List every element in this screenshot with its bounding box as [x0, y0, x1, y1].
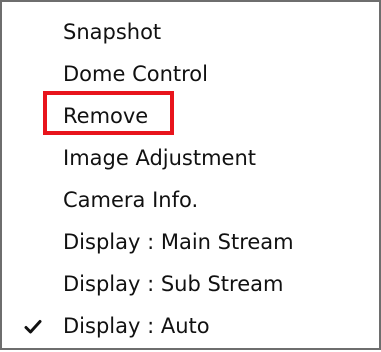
- context-menu: Snapshot Dome Control Remove Image Adjus…: [0, 0, 381, 350]
- menu-item-label: Dome Control: [63, 62, 208, 86]
- menu-item-display-sub-stream[interactable]: Display : Sub Stream: [2, 264, 379, 305]
- menu-item-snapshot[interactable]: Snapshot: [2, 12, 379, 53]
- menu-item-display-auto[interactable]: Display : Auto: [2, 306, 379, 347]
- menu-item-label: Display : Main Stream: [63, 230, 294, 254]
- menu-item-image-adjustment[interactable]: Image Adjustment: [2, 138, 379, 179]
- menu-item-label: Snapshot: [63, 20, 162, 44]
- menu-item-display-main-stream[interactable]: Display : Main Stream: [2, 222, 379, 263]
- menu-item-label: Remove: [63, 104, 149, 128]
- checkmark-icon: [22, 306, 44, 347]
- menu-item-label: Display : Sub Stream: [63, 272, 284, 296]
- menu-item-label: Camera Info.: [63, 188, 199, 212]
- menu-item-camera-info[interactable]: Camera Info.: [2, 180, 379, 221]
- menu-item-label: Image Adjustment: [63, 146, 257, 170]
- menu-item-label: Display : Auto: [63, 314, 210, 338]
- menu-item-remove[interactable]: Remove: [2, 96, 379, 137]
- menu-item-dome-control[interactable]: Dome Control: [2, 54, 379, 95]
